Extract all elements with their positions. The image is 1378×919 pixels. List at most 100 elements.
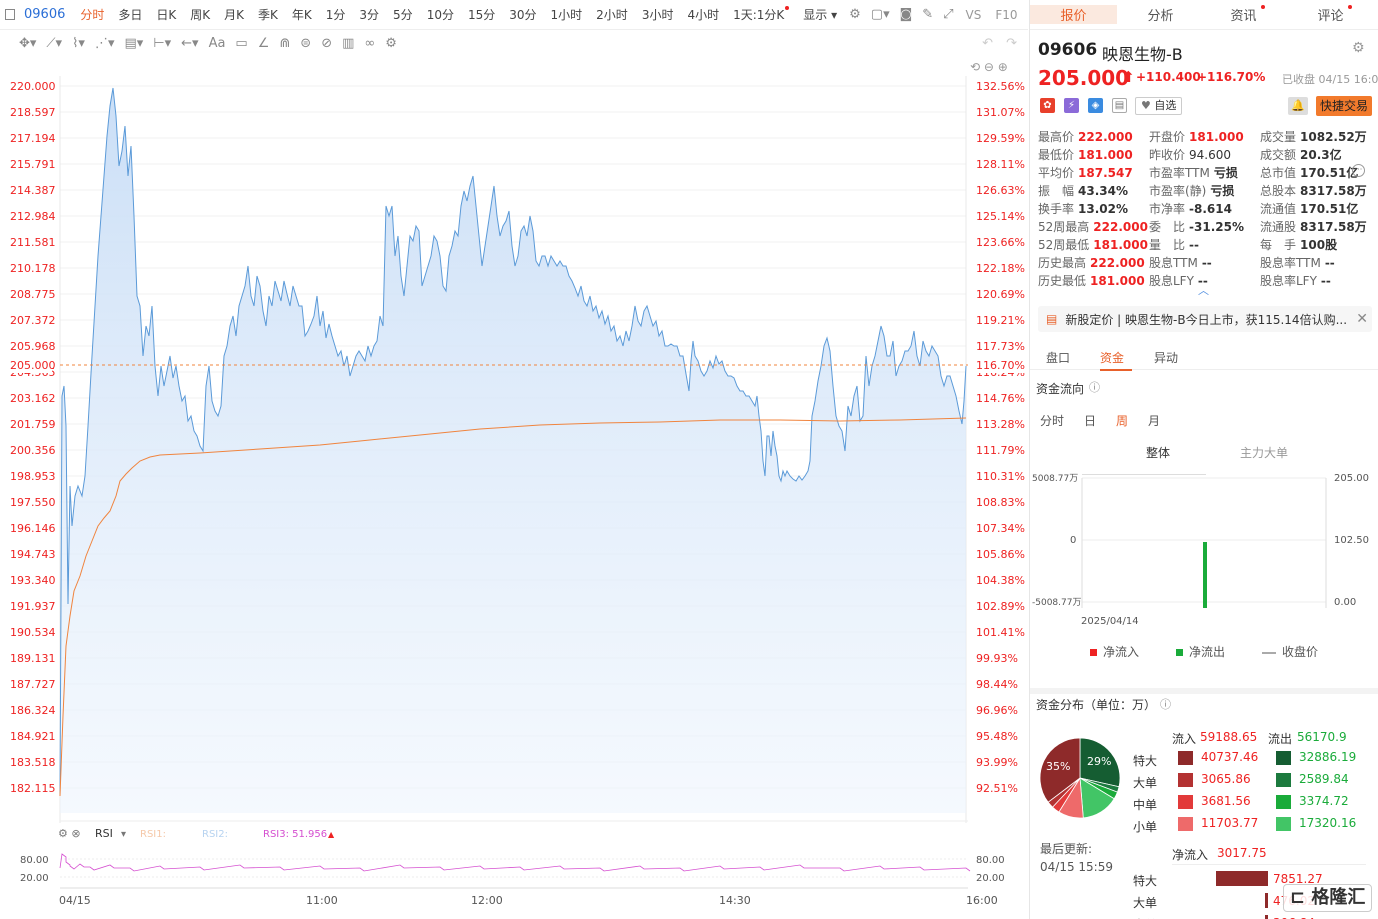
quote-field: 量 比 -- [1149,236,1260,253]
view-main-force[interactable]: 主力大单 [1240,444,1288,461]
lightning-badge-icon[interactable]: ⚡ [1064,98,1079,113]
arrow-icon[interactable]: ←▾ [176,36,203,51]
subtab-orderbook[interactable]: 盘口 [1046,349,1070,366]
display-dropdown[interactable]: 显示 ▾ [796,6,844,23]
tab-analysis[interactable]: 分析 [1117,5,1204,24]
period-intraday[interactable]: 分时 [1040,412,1064,429]
pct-axis-label: 119.21% [976,314,1025,327]
dist-row-label: 特大 [1133,754,1158,768]
quote-field-value: 20.3亿 [1300,147,1342,162]
subtab-alerts[interactable]: 异动 [1154,349,1178,366]
timeframe-3[interactable]: 周K [183,8,217,22]
quote-field: 历史最低 181.000 [1038,272,1149,289]
collapse-icon[interactable]: ︿ [1198,282,1209,298]
lock-icon[interactable]: ⊜ [295,36,316,51]
distribution-info-icon[interactable]: ⓘ [1160,696,1171,712]
link-icon[interactable]: ∞ [359,36,380,51]
eraser-icon[interactable]: ∠ [253,36,275,51]
hide-icon[interactable]: ⊘ [316,36,337,51]
last-update-label: 最后更新: [1040,842,1093,856]
quote-field: 振 幅 43.34% [1038,182,1149,199]
reset-icon[interactable]: ⟲ ⊖ ⊕ [970,60,1008,74]
quick-trade-button[interactable]: 快捷交易 [1316,96,1373,116]
timeframe-12[interactable]: 30分 [502,8,543,22]
measure-icon[interactable]: ⊢▾ [148,36,176,51]
comment-icon[interactable]: ▭ [230,36,252,51]
fib-icon[interactable]: ▤▾ [119,36,148,51]
quote-field-label: 流通值 [1260,201,1297,216]
tab-news[interactable]: 资讯 [1204,5,1291,24]
tab-quote[interactable]: 报价 [1030,5,1117,24]
inflow-label: 流入 [1172,732,1197,746]
quote-name: 映恩生物-B [1102,45,1183,64]
f10-button[interactable]: F10 [988,8,1024,22]
quote-field: 总股本 8317.58万 [1260,182,1371,199]
quote-field: 52周最高 222.000 [1038,218,1149,235]
timeframe-11[interactable]: 15分 [461,8,502,22]
period-week[interactable]: 周 [1116,412,1128,429]
vs-compare-button[interactable]: VS [959,8,989,22]
trash-icon[interactable]: ▥ [337,36,359,51]
quote-field-value: -31.25% [1189,219,1244,234]
magnet-icon[interactable]: ⋒ [274,36,295,51]
view-overall[interactable]: 整体 [1146,444,1170,461]
doc-badge-icon[interactable]: ▤ [1112,98,1127,113]
timeframe-10[interactable]: 10分 [420,8,461,22]
more-icon[interactable]: ··· [1352,164,1365,177]
redo-icon[interactable]: ↷ [1001,36,1022,51]
period-month[interactable]: 月 [1148,412,1160,429]
price-axis-label: 214.387 [10,184,56,197]
pen-icon[interactable]: ✎ [917,7,938,22]
camera-icon[interactable]: ◙ [895,7,918,22]
hk-badge-icon[interactable]: ✿ [1040,98,1055,113]
add-watchlist-button[interactable]: ♥ 自选 [1135,97,1183,115]
text-tool-icon[interactable]: Aa [204,36,231,51]
timeframe-15[interactable]: 3小时 [635,8,681,22]
trend-line-icon[interactable]: ⟋▾ [41,36,67,51]
timeframe-6[interactable]: 年K [285,8,319,22]
timeframe-2[interactable]: 日K [149,8,183,22]
polyline-icon[interactable]: ⌇▾ [67,36,90,51]
quote-settings-icon[interactable]: ⚙ [1352,40,1365,56]
quote-field: 昨收价 94.600 [1149,146,1260,163]
news-banner[interactable]: ▤ 新股定价 | 映恩生物-B今日上市，获115.14倍认购... ✕ [1038,306,1372,332]
dist-outflow-cell: 17320.16 [1276,816,1356,834]
timeframe-14[interactable]: 2小时 [589,8,635,22]
rsi-name[interactable]: RSI [95,827,113,840]
close-news-icon[interactable]: ✕ [1356,311,1368,327]
pct-axis-label: 111.79% [976,444,1025,457]
rsi-dropdown-icon[interactable]: ▾ [121,829,126,840]
draw-settings-icon[interactable]: ⚙ [380,36,402,51]
rsi-settings-icon[interactable]: ⚙ ⊗ [58,827,81,840]
stock-code[interactable]: 09606 [24,7,65,22]
chart-style-icon[interactable]: ▢▾ [866,7,895,22]
timeframe-4[interactable]: 月K [217,8,251,22]
fund-flow-info-icon[interactable]: ⓘ [1089,379,1100,395]
timeframe-8[interactable]: 3分 [352,8,386,22]
timeframe-1[interactable]: 多日 [111,8,149,22]
bell-icon[interactable]: 🔔 [1288,97,1308,115]
fullscreen-icon[interactable]: ⤢ [938,7,958,22]
news-text[interactable]: 新股定价 | 映恩生物-B今日上市，获115.14倍认购... [1065,311,1347,328]
period-day[interactable]: 日 [1084,412,1096,429]
settings-gear-icon[interactable]: ⚙ [844,7,866,22]
intraday-chart[interactable]: 220.000 218.597 217.194 215.791 214.387 212.9… [0,56,1028,919]
quote-field-value: 亏损 [1210,183,1235,198]
timeframe-7[interactable]: 1分 [319,8,353,22]
rsi3-line [59,853,971,872]
wave-icon[interactable]: ⋰▾ [90,36,120,51]
subtab-fund[interactable]: 资金 [1100,349,1124,366]
undo-icon[interactable]: ↶ [977,36,998,51]
dist-inflow-value: 11703.77 [1201,816,1259,830]
timeframe-9[interactable]: 5分 [386,8,420,22]
timeframe-5[interactable]: 季K [251,8,285,22]
timeframe-16[interactable]: 4小时 [680,8,726,22]
crosshair-icon[interactable]: ✥▾ [14,36,41,51]
multi-timeframe-dropdown[interactable]: 1天:1分K [726,6,796,23]
rsi3-up-icon: ▲ [328,830,335,839]
tag-badge-icon[interactable]: ◈ [1088,98,1103,113]
tab-comments[interactable]: 评论 [1291,5,1378,24]
timeframe-0[interactable]: 分时 [73,8,111,22]
panel-toggle-icon[interactable] [5,9,15,20]
timeframe-13[interactable]: 1小时 [544,8,590,22]
